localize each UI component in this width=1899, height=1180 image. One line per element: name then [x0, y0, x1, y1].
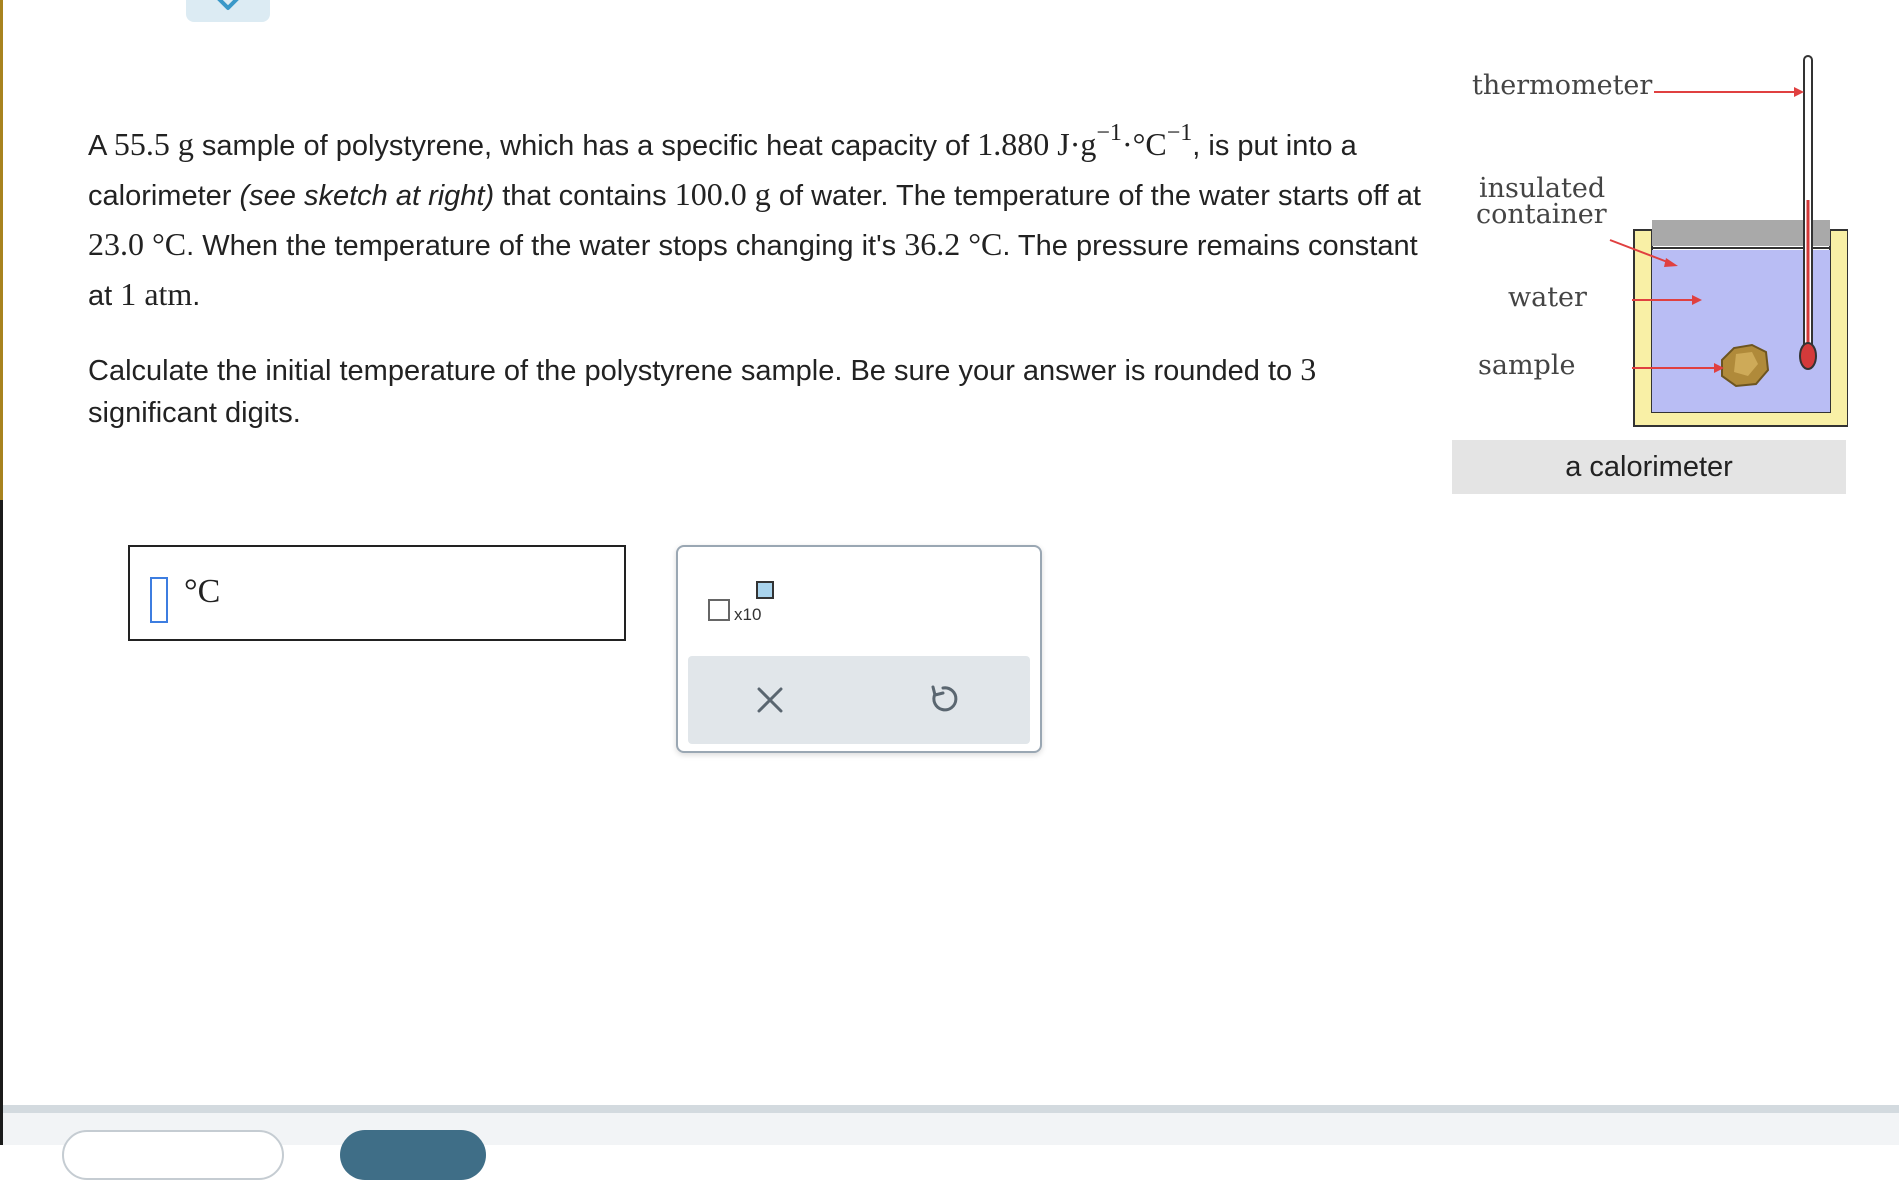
- significant-digits: 3: [1300, 351, 1317, 387]
- close-icon: [757, 687, 783, 713]
- problem-text: A: [88, 130, 114, 162]
- question-text: Calculate the initial temperature of the…: [88, 355, 1301, 387]
- end-temperature: 36.2 °C: [904, 226, 1003, 262]
- mantissa-box-icon: [708, 599, 730, 621]
- water-label: water: [1508, 282, 1587, 313]
- collapse-tab[interactable]: [186, 0, 270, 22]
- problem-text: [747, 180, 755, 212]
- exponent: −1: [1096, 120, 1122, 147]
- exponent: −1: [1166, 120, 1193, 147]
- answer-input[interactable]: °C: [128, 545, 626, 641]
- exponent-box-icon: [756, 581, 774, 599]
- figure-caption: a calorimeter: [1452, 440, 1846, 494]
- math-keypad: x10: [676, 545, 1042, 753]
- question-text: significant digits.: [88, 397, 301, 429]
- heat-capacity-unit: ·°C: [1121, 126, 1167, 162]
- undo-icon: [931, 685, 958, 712]
- pressure-value: 1: [120, 276, 137, 312]
- footer-secondary-button[interactable]: [62, 1130, 284, 1180]
- problem-statement: A 55.5 g sample of polystyrene, which ha…: [88, 120, 1448, 434]
- water-mass: 100.0: [674, 176, 747, 212]
- footer-primary-button[interactable]: [340, 1130, 486, 1180]
- calorimeter-figure: thermometer insulated container water sa…: [1452, 50, 1848, 500]
- heat-capacity-unit: J·g: [1049, 126, 1097, 162]
- thermometer-label: thermometer: [1472, 70, 1653, 101]
- scientific-notation-button[interactable]: x10: [708, 581, 788, 631]
- problem-text: . When the temperature of the water stop…: [186, 230, 905, 262]
- problem-text: sample of polystyrene, which has a speci…: [193, 130, 978, 162]
- problem-text: that contains: [494, 180, 675, 212]
- problem-text: .: [192, 280, 201, 312]
- window-edge: [0, 0, 3, 1145]
- undo-button[interactable]: [926, 682, 960, 721]
- heat-capacity-value: 1.880: [977, 126, 1050, 162]
- water-mass-unit: g: [754, 176, 771, 212]
- sample-label: sample: [1478, 350, 1576, 381]
- clear-button[interactable]: [754, 684, 786, 721]
- question-paragraph: Calculate the initial temperature of the…: [88, 348, 1448, 434]
- container-label: container: [1476, 199, 1607, 230]
- problem-paragraph: A 55.5 g sample of polystyrene, which ha…: [88, 120, 1448, 320]
- problem-text: of water. The temperature of the water s…: [770, 180, 1421, 212]
- x10-label: x10: [734, 605, 762, 624]
- chevron-down-icon: [217, 0, 239, 10]
- problem-text: [170, 130, 178, 162]
- answer-unit: °C: [184, 573, 221, 610]
- pressure-unit: atm: [144, 276, 193, 312]
- sketch-reference: (see sketch at right): [239, 180, 495, 212]
- sample-mass: 55.5: [113, 126, 170, 162]
- keypad-action-bar: [688, 656, 1030, 744]
- start-temperature: 23.0 °C: [88, 226, 187, 262]
- sample-mass-unit: g: [177, 126, 194, 162]
- footer-bar: [3, 1113, 1899, 1145]
- footer-divider: [3, 1105, 1899, 1113]
- answer-input-slot[interactable]: [150, 577, 168, 623]
